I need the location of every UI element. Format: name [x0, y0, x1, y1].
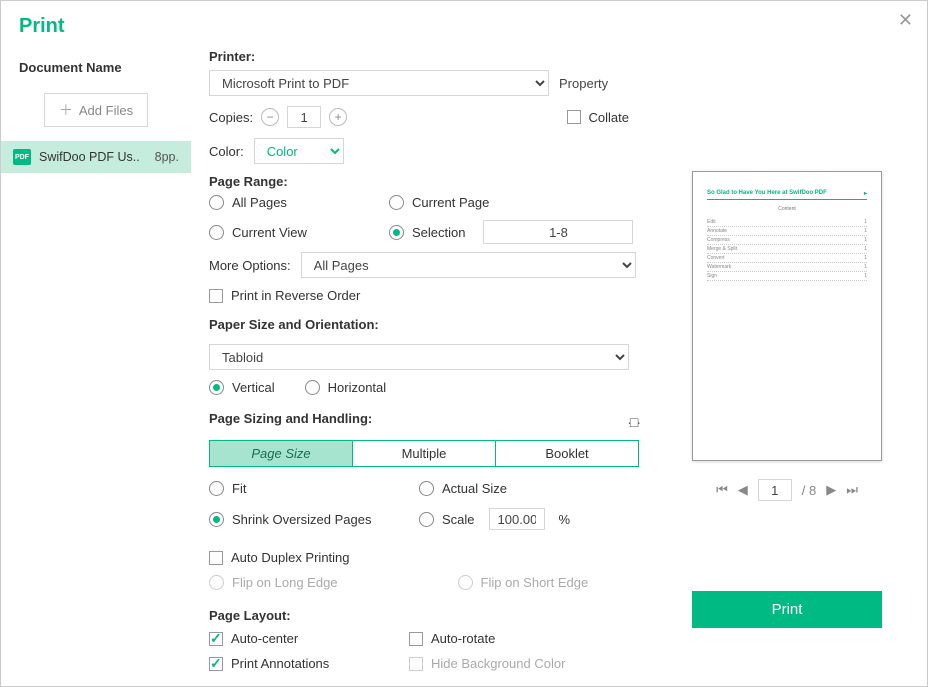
radio-icon [209, 512, 224, 527]
page-range-heading: Page Range: [209, 174, 639, 189]
sizing-tabs: Page Size Multiple Booklet [209, 440, 639, 467]
preview-toc-line: Edit1 [707, 218, 867, 227]
range-current-page-radio[interactable]: Current Page [389, 195, 639, 210]
auto-rotate-checkbox[interactable]: Auto-rotate [409, 631, 639, 646]
radio-icon [209, 195, 224, 210]
color-select[interactable]: Color [254, 138, 344, 164]
range-selection-input[interactable] [483, 220, 633, 244]
sizing-fit-radio[interactable]: Fit [209, 481, 419, 496]
file-name: SwifDoo PDF Us.. [39, 150, 147, 164]
sizing-shrink-radio[interactable]: Shrink Oversized Pages [209, 508, 419, 530]
page-preview: So Glad to Have You Here at SwifDoo PDF … [692, 171, 882, 461]
tab-page-size[interactable]: Page Size [210, 441, 352, 466]
paper-heading: Paper Size and Orientation: [209, 317, 639, 332]
margins-icon[interactable]: ·□· [627, 414, 639, 430]
print-annotations-checkbox[interactable]: Print Annotations [209, 656, 409, 671]
radio-icon [389, 225, 404, 240]
preview-toc-line: Merge & Split1 [707, 245, 867, 254]
dialog-title: Print [1, 15, 191, 52]
radio-icon [209, 481, 224, 496]
collate-label: Collate [589, 110, 629, 125]
radio-icon [389, 195, 404, 210]
flip-short-edge-radio: Flip on Short Edge [458, 575, 589, 590]
printer-property-link[interactable]: Property [559, 76, 608, 91]
auto-center-checkbox[interactable]: Auto-center [209, 631, 409, 646]
preview-toc-line: Compress1 [707, 236, 867, 245]
sizing-heading: Page Sizing and Handling: [209, 411, 372, 426]
preview-panel: So Glad to Have You Here at SwifDoo PDF … [667, 1, 927, 686]
checkbox-icon [209, 657, 223, 671]
more-options-select[interactable]: All Pages [301, 252, 636, 278]
radio-icon [419, 512, 434, 527]
copies-decrement-button[interactable]: − [261, 108, 279, 126]
sizing-actual-radio[interactable]: Actual Size [419, 481, 639, 496]
sizing-scale-radio[interactable]: Scale % [419, 508, 639, 530]
orientation-horizontal-radio[interactable]: Horizontal [305, 380, 387, 395]
preview-nav: ⏮ ◀ / 8 ▶ ⏭ [716, 479, 858, 501]
layout-heading: Page Layout: [209, 608, 639, 623]
more-options-label: More Options: [209, 258, 291, 273]
tab-multiple[interactable]: Multiple [352, 441, 495, 466]
preview-toc-line: Sign1 [707, 272, 867, 281]
print-dialog: ✕ Print Document Name ＋ Add Files PDF Sw… [0, 0, 928, 687]
printer-select[interactable]: Microsoft Print to PDF [209, 70, 549, 96]
add-files-label: Add Files [79, 103, 133, 118]
preview-page-total: / 8 [802, 483, 816, 498]
copies-input[interactable] [287, 106, 321, 128]
preview-toc-line: Annotate1 [707, 227, 867, 236]
orientation-vertical-radio[interactable]: Vertical [209, 380, 275, 395]
color-label: Color: [209, 144, 244, 159]
checkbox-icon [409, 632, 423, 646]
printer-label: Printer: [209, 49, 639, 64]
checkbox-icon [209, 289, 223, 303]
radio-icon [209, 225, 224, 240]
checkbox-icon [567, 110, 581, 124]
sidebar: Print Document Name ＋ Add Files PDF Swif… [1, 1, 191, 686]
scale-input[interactable] [489, 508, 545, 530]
copies-label: Copies: [209, 110, 253, 125]
radio-icon [419, 481, 434, 496]
preview-page-input[interactable] [758, 479, 792, 501]
prev-page-icon[interactable]: ◀ [738, 482, 748, 498]
pdf-icon: PDF [13, 149, 31, 165]
first-page-icon[interactable]: ⏮ [716, 482, 728, 498]
radio-icon [458, 575, 473, 590]
range-selection-radio[interactable]: Selection [389, 220, 639, 244]
radio-icon [305, 380, 320, 395]
checkbox-icon [409, 657, 423, 671]
preview-toc-line: Convert1 [707, 254, 867, 263]
plus-icon: ＋ [59, 100, 73, 120]
collate-checkbox[interactable]: Collate [567, 110, 629, 125]
last-page-icon[interactable]: ⏭ [846, 482, 858, 498]
document-name-label: Document Name [1, 52, 191, 83]
print-button[interactable]: Print [692, 591, 882, 628]
radio-icon [209, 575, 224, 590]
preview-subtitle: Content [707, 206, 867, 212]
file-page-count: 8pp. [155, 150, 179, 164]
hide-bg-color-checkbox: Hide Background Color [409, 656, 639, 671]
settings-panel: Printer: Microsoft Print to PDF Property… [191, 1, 667, 686]
radio-icon [209, 380, 224, 395]
bookmark-icon: ▸ [864, 190, 867, 197]
flip-long-edge-radio: Flip on Long Edge [209, 575, 338, 590]
paper-size-select[interactable]: Tabloid [209, 344, 629, 370]
range-all-radio[interactable]: All Pages [209, 195, 389, 210]
tab-booklet[interactable]: Booklet [495, 441, 638, 466]
file-list-item[interactable]: PDF SwifDoo PDF Us.. 8pp. [1, 141, 191, 173]
add-files-button[interactable]: ＋ Add Files [44, 93, 148, 127]
reverse-order-checkbox[interactable]: Print in Reverse Order [209, 288, 639, 303]
preview-title: So Glad to Have You Here at SwifDoo PDF [707, 190, 827, 197]
next-page-icon[interactable]: ▶ [826, 482, 836, 498]
copies-increment-button[interactable]: + [329, 108, 347, 126]
preview-toc-line: Watermark1 [707, 263, 867, 272]
checkbox-icon [209, 632, 223, 646]
auto-duplex-checkbox[interactable]: Auto Duplex Printing [209, 550, 639, 565]
checkbox-icon [209, 551, 223, 565]
range-current-view-radio[interactable]: Current View [209, 220, 389, 244]
